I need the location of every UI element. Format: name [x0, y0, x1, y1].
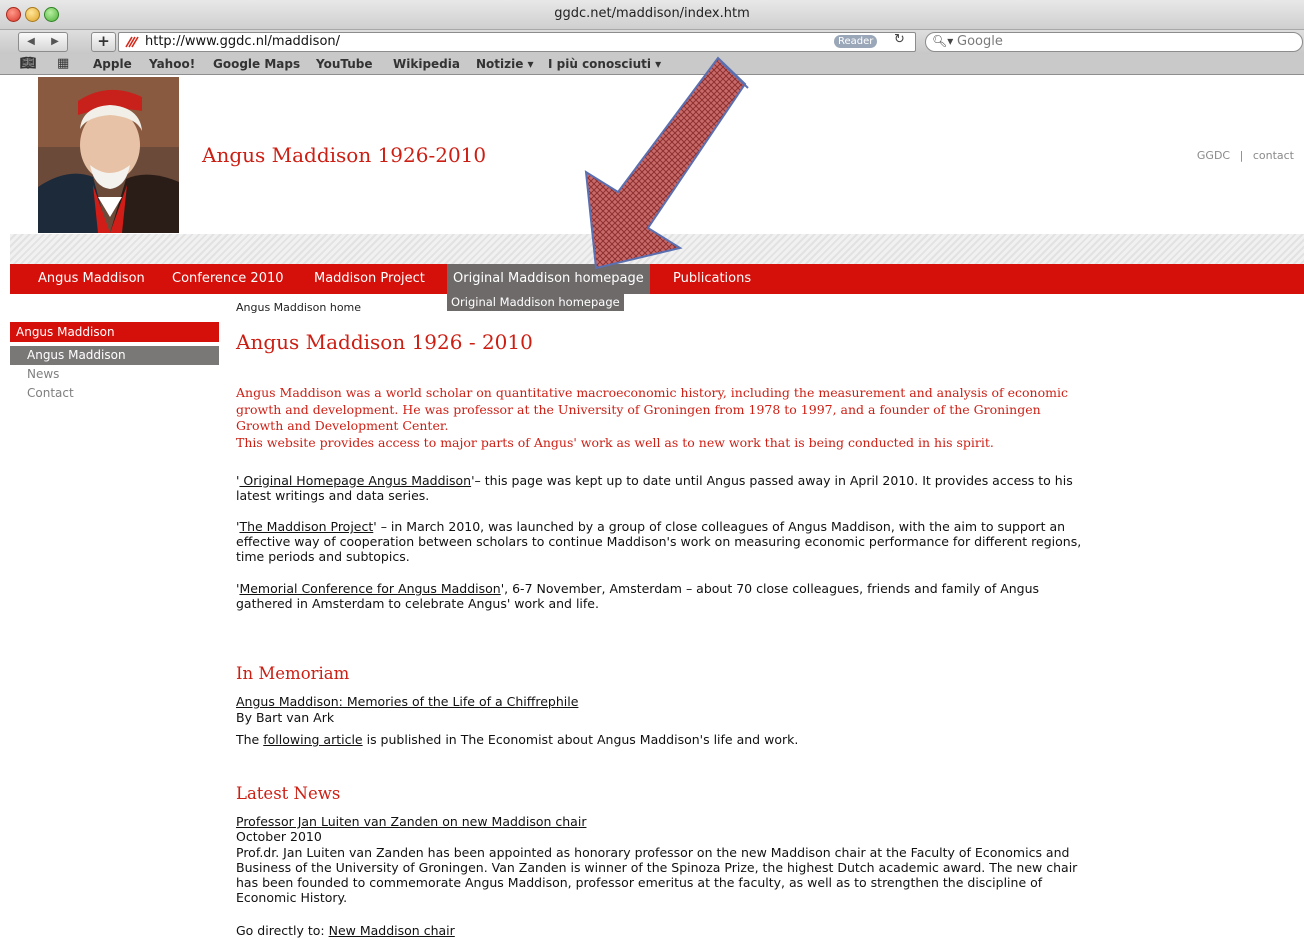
ggdc-link[interactable]: GGDC [1197, 149, 1230, 162]
annotation-arrow-icon [584, 56, 749, 270]
bookmark-youtube[interactable]: YouTube [316, 57, 373, 71]
address-bar[interactable]: http://www.ggdc.nl/maddison/ Reader ↻ [118, 32, 916, 52]
intro-text: Angus Maddison was a world scholar on qu… [236, 385, 1086, 451]
page-title: Angus Maddison 1926 - 2010 [236, 330, 533, 354]
bookmark-google-maps[interactable]: Google Maps [213, 57, 300, 71]
intro-access-line: This website provides access to major pa… [236, 434, 994, 450]
new-maddison-chair-link[interactable]: New Maddison chair [329, 923, 455, 938]
forward-button[interactable]: ▶ [43, 32, 68, 52]
bookmark-apple[interactable]: Apple [93, 57, 132, 71]
economist-prefix: The [236, 732, 264, 747]
submenu-original-maddison-homepage[interactable]: Original Maddison homepage [447, 294, 624, 311]
memorial-conference-paragraph: 'Memorial Conference for Angus Maddison'… [236, 581, 1040, 611]
reader-button[interactable]: Reader [834, 35, 878, 48]
go-directly-prefix: Go directly to: [236, 923, 329, 938]
top-links: GGDC | contact [1197, 149, 1294, 162]
browser-toolbar: ◀ ▶ + http://www.ggdc.nl/maddison/ Reade… [0, 30, 1304, 54]
following-article-link[interactable]: following article [263, 732, 362, 747]
back-arrow-icon: ◀ [27, 36, 35, 47]
news-item-link[interactable]: Professor Jan Luiten van Zanden on new M… [236, 814, 586, 829]
forward-arrow-icon: ▶ [51, 36, 59, 47]
bookmark-yahoo[interactable]: Yahoo! [149, 57, 195, 71]
economist-suffix: is published in The Economist about Angu… [362, 732, 799, 747]
site-title: Angus Maddison 1926-2010 [202, 143, 487, 167]
maddison-project-link[interactable]: The Maddison Project [239, 519, 373, 534]
sidebar-item-angus-maddison[interactable]: Angus Maddison [10, 346, 219, 365]
reload-icon[interactable]: ↻ [894, 32, 905, 47]
contact-link[interactable]: contact [1253, 149, 1294, 162]
window-title: ggdc.net/maddison/index.htm [554, 6, 750, 21]
search-placeholder: Google [957, 34, 1003, 49]
go-directly-line: Go directly to: New Maddison chair [236, 923, 455, 938]
latest-news-heading: Latest News [236, 784, 341, 803]
breadcrumb: Angus Maddison home [236, 301, 362, 314]
news-date: October 2010 [236, 829, 322, 844]
intro-paragraph: Angus Maddison was a world scholar on qu… [236, 385, 1068, 433]
open-book-icon[interactable]: 📖︎ [20, 56, 37, 71]
memories-article-link[interactable]: Angus Maddison: Memories of the Life of … [236, 694, 578, 709]
nav-maddison-project[interactable]: Maddison Project [308, 264, 431, 294]
portrait-image [38, 77, 179, 233]
link-separator: | [1239, 149, 1244, 162]
grid-icon[interactable]: ▦ [57, 56, 69, 71]
byline: By Bart van Ark [236, 710, 335, 725]
search-icon: 🔍︎▾ [932, 34, 954, 48]
sidebar-heading[interactable]: Angus Maddison [10, 322, 219, 342]
sidebar-item-news[interactable]: News [27, 367, 59, 381]
plus-icon: + [97, 32, 110, 50]
site-favicon-icon [125, 36, 139, 48]
bookmark-notizie[interactable]: Notizie ▾ [476, 57, 534, 71]
in-memoriam-heading: In Memoriam [236, 664, 350, 683]
search-field[interactable]: 🔍︎▾ Google [925, 32, 1303, 52]
sidebar-item-contact[interactable]: Contact [27, 386, 74, 400]
maddison-project-paragraph: 'The Maddison Project' – in March 2010, … [236, 519, 1082, 564]
economist-line: The following article is published in Th… [236, 732, 798, 747]
nav-conference-2010[interactable]: Conference 2010 [166, 264, 290, 294]
nav-angus-maddison[interactable]: Angus Maddison [32, 264, 151, 294]
memorial-conference-link[interactable]: Memorial Conference for Angus Maddison [239, 581, 500, 596]
url-text: http://www.ggdc.nl/maddison/ [145, 34, 341, 49]
window-titlebar: ggdc.net/maddison/index.htm [0, 0, 1304, 30]
back-button[interactable]: ◀ [18, 32, 44, 52]
bookmark-wikipedia[interactable]: Wikipedia [393, 57, 460, 71]
news-body: Prof.dr. Jan Luiten van Zanden has been … [236, 845, 1078, 905]
add-bookmark-button[interactable]: + [91, 32, 116, 52]
original-homepage-paragraph: ' Original Homepage Angus Maddison'– thi… [236, 473, 1073, 503]
original-homepage-link[interactable]: Original Homepage Angus Maddison [239, 473, 471, 488]
